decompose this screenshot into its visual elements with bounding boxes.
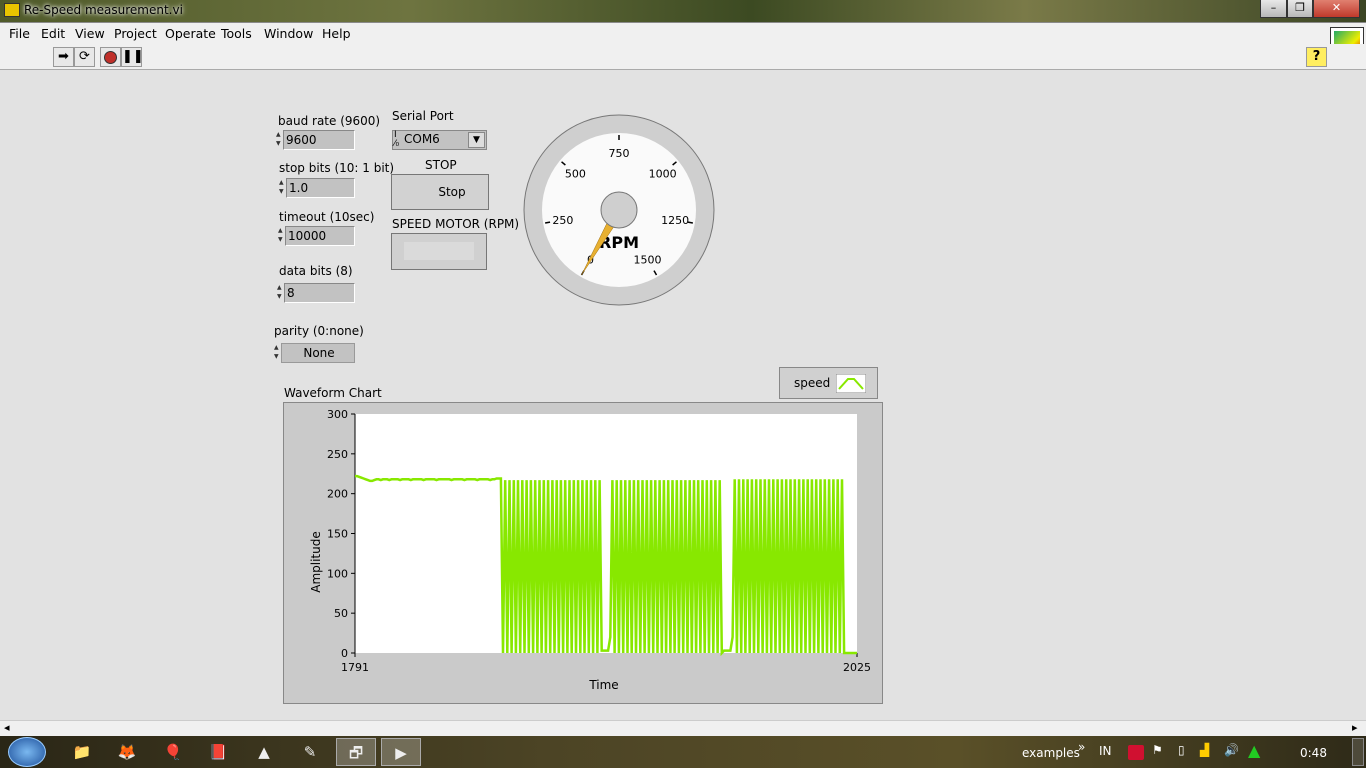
firefox-icon[interactable]: 🦊 [107, 738, 147, 766]
timeout-spinner[interactable]: ▲ ▼ [278, 226, 285, 246]
waveform-plot[interactable]: Time 0 50 100 150 200 250 300 1791 2025 Amplitude [283, 402, 883, 704]
chart-legend[interactable]: speed [779, 367, 878, 399]
timeout-input[interactable]: 10000 [285, 226, 355, 246]
app-icon[interactable]: 🎈 [153, 738, 193, 766]
explorer-icon[interactable]: 📁 [62, 738, 102, 766]
baud-rate-spinner[interactable]: ▲ ▼ [276, 130, 283, 150]
y-tick-label: 100 [327, 567, 348, 580]
data-bits-input[interactable]: 8 [284, 283, 355, 303]
baud-rate-label: baud rate (9600) [278, 114, 381, 128]
baud-rate-input[interactable]: 9600 [283, 130, 355, 150]
y-tick-label: 0 [341, 647, 348, 660]
abort-icon[interactable] [100, 47, 121, 67]
book-icon[interactable]: 📕 [198, 738, 238, 766]
stop-label: STOP [425, 158, 457, 172]
vi-icon [4, 3, 20, 17]
serial-port-label: Serial Port [392, 109, 454, 123]
scroll-right-arrow[interactable]: ▸ [1352, 721, 1358, 734]
y-tick-label: 200 [327, 488, 348, 501]
menu-window[interactable]: Window [264, 26, 313, 41]
gauge-tick-label: 500 [565, 167, 586, 180]
run-continuously-icon[interactable]: ⟳ [74, 47, 95, 67]
rpm-gauge: 0250500750100012501500 RPM [523, 114, 715, 306]
gauge-tick-label: 1000 [649, 167, 677, 180]
serial-port-select[interactable]: I ⁄₀ COM6 ▼ [392, 130, 487, 150]
matlab-icon[interactable]: ▲ [244, 738, 284, 766]
taskbar: 📁 🦊 🎈 📕 ▲ ✎ 🗗 ▶ examples » IN ⚑ ▯ ▟ 🔊 ▲ … [0, 736, 1366, 768]
flag-icon[interactable]: ⚑ [1152, 743, 1163, 757]
tool-icon[interactable]: ✎ [290, 738, 330, 766]
parity-ring[interactable]: None [281, 343, 355, 363]
menu-operate[interactable]: Operate [165, 26, 216, 41]
gauge-tick-label: 750 [609, 147, 630, 160]
menu-bar: File Edit View Project Operate Tools Win… [0, 22, 1366, 63]
horizontal-scrollbar[interactable]: ◂ ▸ [0, 720, 1366, 736]
stop-button[interactable]: Stop [391, 174, 489, 210]
battery-icon[interactable]: ▯ [1178, 743, 1185, 757]
legend-line-icon [836, 374, 866, 393]
io-icon: I ⁄₀ [394, 130, 400, 149]
labview-windows-icon[interactable]: 🗗 [336, 738, 376, 766]
gauge-hub [600, 191, 638, 229]
network-icon[interactable]: ▟ [1200, 743, 1209, 757]
toolbar: ➡ ⟳ ❚❚ ? [0, 44, 1366, 70]
toolbar-chevron[interactable]: » [1078, 740, 1085, 754]
chevron-down-icon[interactable]: ▼ [468, 132, 485, 148]
menu-tools[interactable]: Tools [221, 26, 252, 41]
maximize-button[interactable]: ❐ [1287, 0, 1313, 18]
run-arrow-icon[interactable]: ➡ [53, 47, 74, 67]
gauge-tick-label: 250 [552, 214, 573, 227]
parity-spinner[interactable]: ▲ ▼ [274, 343, 281, 363]
legend-series-name: speed [794, 376, 831, 390]
data-bits-spinner[interactable]: ▲ ▼ [277, 283, 284, 303]
scroll-left-arrow[interactable]: ◂ [4, 721, 10, 734]
menu-help[interactable]: Help [322, 26, 351, 41]
parity-label: parity (0:none) [274, 324, 364, 338]
stop-bits-input[interactable]: 1.0 [286, 178, 355, 198]
y-axis-label: Amplitude [309, 531, 323, 593]
help-button[interactable]: ? [1306, 47, 1327, 67]
serial-port-value: COM6 [404, 132, 440, 146]
menu-view[interactable]: View [75, 26, 105, 41]
show-desktop-button[interactable] [1352, 738, 1364, 766]
triangle-app-icon[interactable]: ▲ [1248, 741, 1260, 760]
volume-icon[interactable]: 🔊 [1224, 743, 1239, 757]
x-axis-label: Time [588, 678, 618, 692]
data-bits-label: data bits (8) [279, 264, 353, 278]
timeout-label: timeout (10sec) [279, 210, 375, 224]
start-button[interactable] [8, 737, 46, 767]
clock[interactable]: 0:48 [1300, 746, 1327, 760]
y-tick-label: 150 [327, 528, 348, 541]
pause-icon[interactable]: ❚❚ [121, 47, 144, 67]
minimize-button[interactable]: – [1260, 0, 1287, 18]
y-tick-label: 50 [334, 607, 348, 620]
y-tick-label: 300 [327, 408, 348, 421]
labview-vi-icon[interactable]: ▶ [381, 738, 421, 766]
stop-bits-label: stop bits (10: 1 bit) [279, 161, 395, 175]
chart-title: Waveform Chart [284, 386, 382, 400]
gauge-tick [545, 221, 551, 224]
window-title: Re-Speed measurement.vi [24, 3, 183, 17]
x-tick-label: 1791 [341, 661, 369, 674]
gauge-tick-label: 1500 [634, 253, 662, 266]
language-indicator[interactable]: IN [1099, 744, 1112, 758]
close-button[interactable]: ✕ [1313, 0, 1360, 18]
menu-project[interactable]: Project [114, 26, 157, 41]
menu-edit[interactable]: Edit [41, 26, 65, 41]
antivirus-icon[interactable] [1128, 745, 1144, 760]
gauge-tick-label: 1250 [661, 214, 689, 227]
speed-motor-label: SPEED MOTOR (RPM) [392, 217, 520, 231]
x-tick-label: 2025 [843, 661, 871, 674]
menu-file[interactable]: File [9, 26, 30, 41]
speed-motor-indicator [391, 233, 487, 270]
toolbar-label[interactable]: examples [1022, 746, 1080, 760]
y-tick-label: 250 [327, 448, 348, 461]
title-bar: Re-Speed measurement.vi – ❐ ✕ [0, 0, 1366, 22]
stop-bits-spinner[interactable]: ▲ ▼ [279, 178, 286, 198]
